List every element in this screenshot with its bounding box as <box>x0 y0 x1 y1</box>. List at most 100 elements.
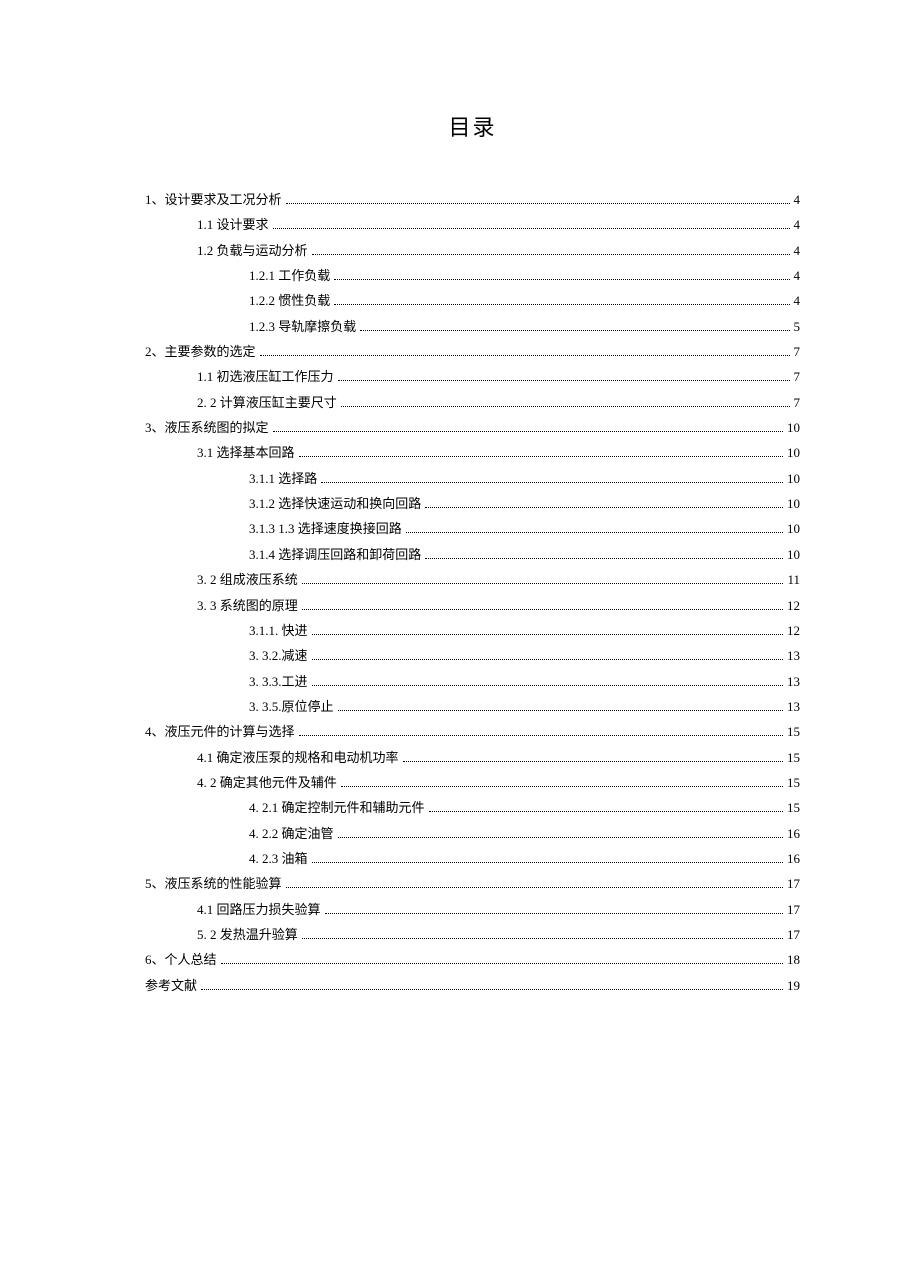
toc-entry-text: 1.2.3 导轨摩擦负载 <box>249 314 356 339</box>
toc-entry: 3、液压系统图的拟定 10 <box>145 415 800 440</box>
toc-entry-page: 7 <box>794 364 801 389</box>
toc-entry-text: 3、液压系统图的拟定 <box>145 415 269 440</box>
toc-dot-leader <box>429 802 783 812</box>
toc-dot-leader <box>273 422 783 432</box>
toc-entry: 1.2.2 惯性负载 4 <box>145 288 800 313</box>
toc-entry-text: 1.1 初选液压缸工作压力 <box>197 364 334 389</box>
toc-entry-text: 4.1 回路压力损失验算 <box>197 897 321 922</box>
toc-entry-text: 3.1.1 选择路 <box>249 466 317 491</box>
toc-entry: 5、液压系统的性能验算17 <box>145 871 800 896</box>
toc-dot-leader <box>273 219 790 229</box>
toc-entry-page: 17 <box>787 871 800 896</box>
toc-entry-text: 3.1.3 1.3 选择速度换接回路 <box>249 516 402 541</box>
toc-entry-text: 3. 2 组成液压系统 <box>197 567 298 592</box>
toc-entry-text: 3. 3.5.原位停止 <box>249 694 334 719</box>
toc-dot-leader <box>334 295 789 305</box>
toc-entry-text: 3. 3 系统图的原理 <box>197 593 298 618</box>
toc-entry-page: 16 <box>787 821 800 846</box>
toc-entry: 4、液压元件的计算与选择 15 <box>145 719 800 744</box>
toc-entry-text: 4. 2 确定其他元件及辅件 <box>197 770 337 795</box>
toc-entry-page: 10 <box>787 516 800 541</box>
toc-entry-page: 7 <box>794 339 801 364</box>
toc-entry-page: 15 <box>787 770 800 795</box>
toc-dot-leader <box>338 371 790 381</box>
toc-entry: 1、设计要求及工况分析4 <box>145 187 800 212</box>
toc-entry: 4. 2.2 确定油管16 <box>145 821 800 846</box>
toc-dot-leader <box>341 777 783 787</box>
toc-entry-text: 1.2 负载与运动分析 <box>197 238 308 263</box>
toc-entry: 2. 2 计算液压缸主要尺寸 7 <box>145 390 800 415</box>
toc-dot-leader <box>325 903 783 913</box>
toc-dot-leader <box>299 726 783 736</box>
toc-entry-text: 1.2.2 惯性负载 <box>249 288 330 313</box>
toc-entry-page: 10 <box>787 415 800 440</box>
toc-title: 目录 <box>145 110 800 142</box>
toc-dot-leader <box>341 396 790 406</box>
toc-list: 1、设计要求及工况分析41.1 设计要求41.2 负载与运动分析41.2.1 工… <box>145 187 800 998</box>
toc-entry-page: 4 <box>794 238 801 263</box>
toc-entry-page: 15 <box>787 719 800 744</box>
toc-entry-text: 1.2.1 工作负载 <box>249 263 330 288</box>
toc-dot-leader <box>221 954 783 964</box>
toc-entry: 3.1.2 选择快速运动和换向回路10 <box>145 491 800 516</box>
toc-dot-leader <box>321 472 783 482</box>
toc-entry: 4. 2.1 确定控制元件和辅助元件15 <box>145 795 800 820</box>
toc-entry-text: 4、液压元件的计算与选择 <box>145 719 295 744</box>
toc-entry: 2、主要参数的选定7 <box>145 339 800 364</box>
toc-entry-page: 13 <box>787 643 800 668</box>
toc-entry: 参考文献 19 <box>145 973 800 998</box>
toc-dot-leader <box>312 244 790 254</box>
toc-entry-page: 15 <box>787 795 800 820</box>
toc-dot-leader <box>302 599 783 609</box>
toc-entry-text: 1、设计要求及工况分析 <box>145 187 282 212</box>
toc-dot-leader <box>312 650 783 660</box>
toc-entry-page: 4 <box>794 212 801 237</box>
toc-entry-text: 4.1 确定液压泵的规格和电动机功率 <box>197 745 399 770</box>
toc-entry-page: 10 <box>787 542 800 567</box>
toc-entry-text: 3. 3.3.工进 <box>249 669 308 694</box>
toc-entry-page: 4 <box>794 288 801 313</box>
toc-dot-leader <box>360 320 789 330</box>
toc-entry-text: 5. 2 发热温升验算 <box>197 922 298 947</box>
toc-dot-leader <box>338 700 783 710</box>
toc-entry: 3. 3.3.工进 13 <box>145 669 800 694</box>
toc-dot-leader <box>286 878 783 888</box>
toc-entry: 3. 3.5.原位停止13 <box>145 694 800 719</box>
toc-dot-leader <box>302 574 784 584</box>
toc-entry: 4.1 确定液压泵的规格和电动机功率 15 <box>145 745 800 770</box>
toc-entry-page: 10 <box>787 466 800 491</box>
toc-entry-page: 7 <box>794 390 801 415</box>
toc-entry-text: 参考文献 <box>145 973 197 998</box>
toc-entry: 3. 3 系统图的原理 12 <box>145 593 800 618</box>
toc-entry: 3. 3.2.减速13 <box>145 643 800 668</box>
toc-entry: 1.1 设计要求 4 <box>145 212 800 237</box>
toc-entry-page: 12 <box>787 593 800 618</box>
toc-dot-leader <box>334 270 789 280</box>
toc-dot-leader <box>312 675 783 685</box>
toc-entry: 3.1.1 选择路 10 <box>145 466 800 491</box>
toc-entry-text: 3.1.2 选择快速运动和换向回路 <box>249 491 421 516</box>
toc-entry: 4. 2.3 油箱 16 <box>145 846 800 871</box>
toc-entry-text: 2. 2 计算液压缸主要尺寸 <box>197 390 337 415</box>
toc-entry: 5. 2 发热温升验算 17 <box>145 922 800 947</box>
toc-entry-page: 17 <box>787 922 800 947</box>
toc-dot-leader <box>425 548 783 558</box>
toc-entry-page: 11 <box>787 567 800 592</box>
toc-entry-text: 1.1 设计要求 <box>197 212 269 237</box>
toc-dot-leader <box>312 624 783 634</box>
toc-entry-page: 16 <box>787 846 800 871</box>
toc-entry-page: 12 <box>787 618 800 643</box>
toc-entry-text: 3.1 选择基本回路 <box>197 440 295 465</box>
toc-entry: 3.1.4 选择调压回路和卸荷回路10 <box>145 542 800 567</box>
toc-entry: 3.1.1. 快进 12 <box>145 618 800 643</box>
toc-dot-leader <box>403 751 783 761</box>
toc-entry: 3.1 选择基本回路10 <box>145 440 800 465</box>
toc-entry-text: 3.1.1. 快进 <box>249 618 308 643</box>
toc-entry: 1.1 初选液压缸工作压力 7 <box>145 364 800 389</box>
toc-entry-page: 15 <box>787 745 800 770</box>
toc-entry: 1.2.1 工作负载4 <box>145 263 800 288</box>
toc-entry-page: 19 <box>787 973 800 998</box>
toc-entry-page: 13 <box>787 669 800 694</box>
toc-entry-page: 17 <box>787 897 800 922</box>
toc-entry-text: 4. 2.3 油箱 <box>249 846 308 871</box>
